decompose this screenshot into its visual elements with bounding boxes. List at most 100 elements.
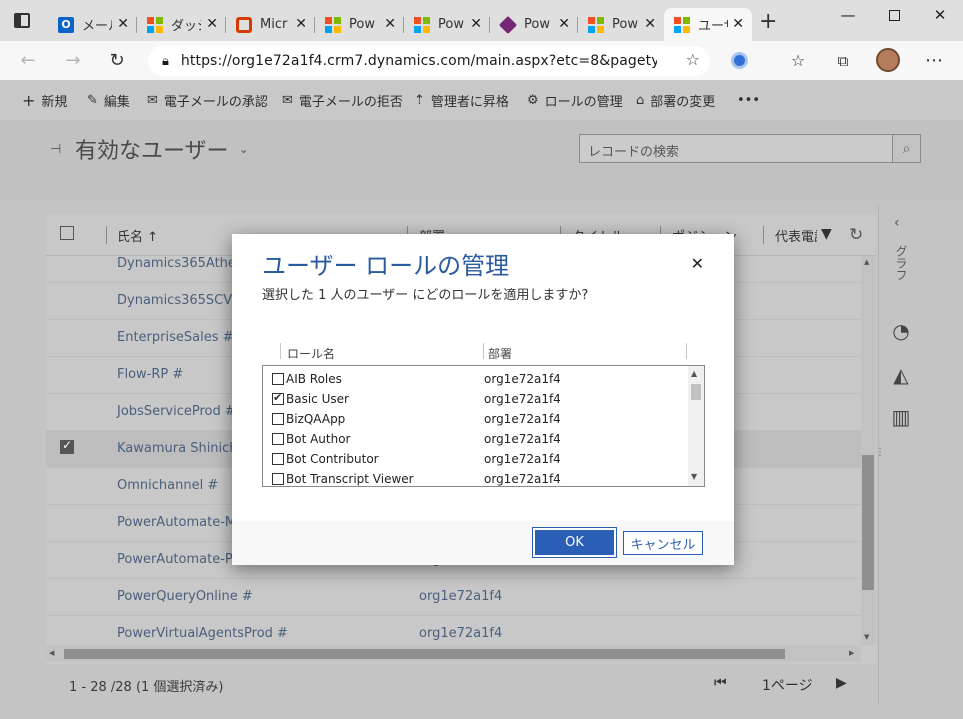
lock-icon: 🔒︎ <box>162 53 169 69</box>
filter-icon[interactable]: ▼ <box>821 226 832 242</box>
change-business-unit-button[interactable]: ⌂ 部署の変更 <box>636 80 715 120</box>
favorites-icon[interactable]: ☆ <box>780 41 816 80</box>
scroll-left-icon[interactable]: ◀ <box>49 649 54 657</box>
close-tab-icon[interactable]: ✕ <box>295 16 307 32</box>
role-row[interactable]: BizQAApp org1e72a1f4 <box>263 409 688 429</box>
user-name-link[interactable]: Dynamics365Athe <box>117 256 236 271</box>
close-tab-icon[interactable]: ✕ <box>732 16 744 32</box>
back-icon[interactable]: ← <box>10 41 46 80</box>
manage-roles-button[interactable]: ⚙ ロールの管理 <box>527 80 623 120</box>
browser-tab-1[interactable]: O メール ✕ <box>48 8 137 41</box>
table-row[interactable]: PowerQueryOnline # org1e72a1f4 <box>46 579 861 616</box>
splitter-handle[interactable]: ⋮ <box>875 447 885 458</box>
promote-admin-button[interactable]: ⇡ 管理者に昇格 <box>414 80 509 120</box>
user-name-link[interactable]: PowerAutomate-P <box>117 552 233 567</box>
forward-icon[interactable]: → <box>55 41 91 80</box>
close-tab-icon[interactable]: ✕ <box>117 16 129 32</box>
close-tab-icon[interactable]: ✕ <box>558 16 570 32</box>
edit-button[interactable]: ✎ 編集 <box>87 80 130 120</box>
pie-chart-icon[interactable]: ◔ <box>887 317 915 345</box>
close-tab-icon[interactable]: ✕ <box>644 16 656 32</box>
new-tab-icon[interactable]: + <box>759 11 777 33</box>
view-selector[interactable]: 有効なユーザー ⌄ <box>75 133 249 165</box>
microsoft-logo-icon <box>674 16 690 33</box>
user-name-link[interactable]: JobsServiceProd # <box>117 404 236 419</box>
user-name-link[interactable]: Omnichannel # <box>117 478 218 493</box>
reject-email-button[interactable]: ✉ 電子メールの拒否 <box>282 80 403 120</box>
settings-more-icon[interactable]: ⋯ <box>916 41 952 80</box>
grid-horizontal-scroll-thumb[interactable] <box>64 649 785 659</box>
scroll-right-icon[interactable]: ▶ <box>849 649 854 657</box>
role-checkbox[interactable] <box>272 373 284 385</box>
role-row[interactable]: Bot Author org1e72a1f4 <box>263 429 688 449</box>
search-icon[interactable]: ⌕ <box>893 134 921 163</box>
next-page-icon[interactable]: ▶ <box>836 675 847 691</box>
new-button[interactable]: + 新規 <box>22 80 67 120</box>
area-chart-icon[interactable]: ◭ <box>887 361 915 389</box>
role-row[interactable]: Basic Userorg1e72a1f4 <box>263 389 688 409</box>
user-name-link[interactable]: PowerVirtualAgentsProd # <box>117 626 288 641</box>
tab-actions-icon[interactable] <box>14 13 30 28</box>
ok-button[interactable]: OK <box>532 527 617 558</box>
url-field[interactable]: 🔒︎ https://org1e72a1f4.crm7.dynamics.com… <box>148 46 710 76</box>
user-name-link[interactable]: Flow-RP # <box>117 367 183 382</box>
collapse-pane-icon[interactable]: ‹ <box>894 215 900 231</box>
collections-icon[interactable]: ⧉ <box>825 41 861 80</box>
close-tab-icon[interactable]: ✕ <box>384 16 396 32</box>
scroll-down-icon[interactable]: ▼ <box>691 472 697 481</box>
column-role-name[interactable]: ロール名 <box>287 345 335 362</box>
refresh-icon[interactable]: ↻ <box>99 41 135 80</box>
role-checkbox-checked[interactable] <box>272 391 284 405</box>
user-name-link[interactable]: Dynamics365SCV <box>117 293 232 308</box>
user-name-link[interactable]: Kawamura Shinich <box>117 441 238 456</box>
first-page-icon[interactable]: ⏮ <box>714 675 727 691</box>
close-tab-icon[interactable]: ✕ <box>206 16 218 32</box>
browser-tab-3[interactable]: Micr ✕ <box>226 8 315 41</box>
browser-tab-5[interactable]: Pow ✕ <box>404 8 490 41</box>
role-row[interactable]: AIB Roles org1e72a1f4 <box>263 369 688 389</box>
column-business-unit[interactable]: 部署 <box>488 345 512 362</box>
role-checkbox[interactable] <box>272 453 284 465</box>
select-all-checkbox[interactable] <box>60 226 74 240</box>
browser-tab-7[interactable]: Pow ✕ <box>578 8 664 41</box>
add-favorite-icon[interactable]: ☆ <box>686 50 700 69</box>
edit-label: 編集 <box>103 94 130 110</box>
user-name-link[interactable]: EnterpriseSales # <box>117 330 234 345</box>
scroll-down-icon[interactable]: ▼ <box>864 633 869 641</box>
column-main-phone[interactable]: 代表電話 <box>775 226 817 245</box>
profile-avatar[interactable] <box>876 48 900 72</box>
record-search-input[interactable]: レコードの検索 <box>579 134 893 163</box>
microsoft-logo-icon <box>147 16 163 33</box>
browser-tab-active[interactable]: ユーザ ✕ <box>664 8 752 41</box>
role-checkbox[interactable] <box>272 413 284 425</box>
role-row[interactable]: Bot Contributor org1e72a1f4 <box>263 449 688 469</box>
role-checkbox[interactable] <box>272 473 284 485</box>
pin-icon[interactable]: ⊣ <box>50 142 61 157</box>
column-name[interactable]: 氏名 ↑ <box>117 226 158 245</box>
row-checkbox[interactable] <box>60 438 74 454</box>
role-checkbox[interactable] <box>272 433 284 445</box>
url-text: https://org1e72a1f4.crm7.dynamics.com/ma… <box>180 53 657 69</box>
close-icon[interactable]: ✕ <box>691 254 704 273</box>
user-name-link[interactable]: PowerQueryOnline # <box>117 589 253 604</box>
minimize-icon[interactable]: — <box>825 0 871 30</box>
role-row[interactable]: Bot Transcript Viewer org1e72a1f4 <box>263 469 688 486</box>
maximize-icon[interactable] <box>871 0 917 30</box>
cancel-button[interactable]: キャンセル <box>623 531 703 555</box>
browser-tab-2[interactable]: ダッシ ✕ <box>137 8 226 41</box>
scroll-up-icon[interactable]: ▲ <box>691 369 697 378</box>
refresh-grid-icon[interactable]: ↻ <box>849 225 863 245</box>
browser-tab-6[interactable]: Pow ✕ <box>490 8 578 41</box>
close-tab-icon[interactable]: ✕ <box>470 16 482 32</box>
user-name-link[interactable]: PowerAutomate-M <box>117 515 236 530</box>
more-commands-button[interactable]: ••• <box>737 80 760 120</box>
approve-email-button[interactable]: ✉ 電子メールの承認 <box>147 80 268 120</box>
browser-tab-4[interactable]: Pow ✕ <box>315 8 404 41</box>
role-list-scroll-thumb[interactable] <box>691 384 701 400</box>
bar-chart-icon[interactable]: ▥ <box>887 403 915 431</box>
grid-vertical-scroll-thumb[interactable] <box>862 455 874 590</box>
close-window-icon[interactable]: ✕ <box>917 0 963 30</box>
scroll-up-icon[interactable]: ▲ <box>864 258 869 266</box>
browser-extension-icon[interactable] <box>731 52 748 69</box>
role-list-scrollbar[interactable]: ▲ ▼ <box>688 366 704 486</box>
